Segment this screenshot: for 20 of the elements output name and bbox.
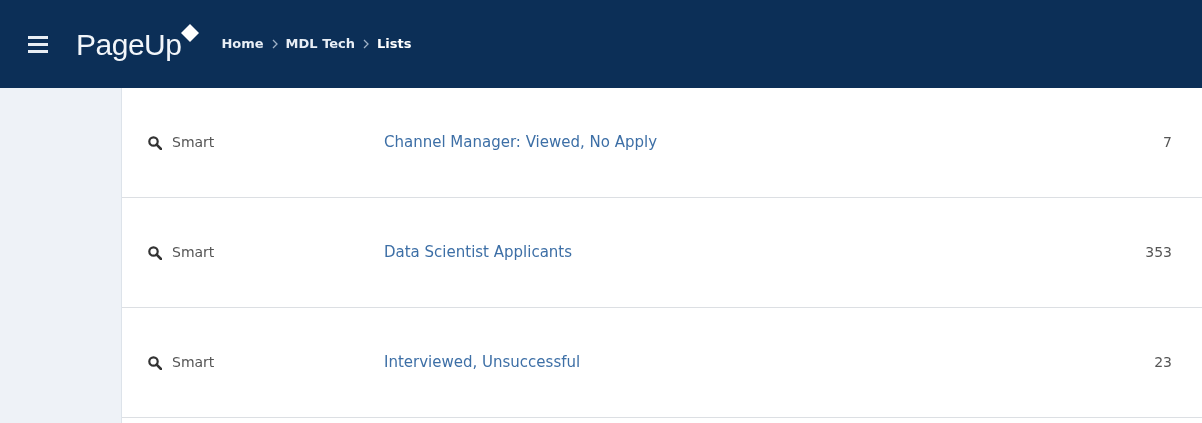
menu-icon[interactable] <box>28 35 48 53</box>
list-count: 23 <box>1154 353 1172 372</box>
breadcrumb-current: Lists <box>377 35 412 54</box>
logo-text[interactable]: PageUp <box>76 21 182 67</box>
list-name-link[interactable]: Data Scientist Applicants <box>384 241 573 264</box>
search-icon <box>148 245 162 260</box>
search-icon <box>148 135 162 150</box>
diamond-icon <box>181 23 200 42</box>
breadcrumb-link[interactable]: MDL Tech <box>285 34 356 54</box>
breadcrumb-link[interactable]: Home <box>221 34 264 54</box>
list-type: Smart <box>172 353 216 372</box>
chevron-icon <box>363 39 370 49</box>
chevron-icon <box>271 39 278 49</box>
list-count: 353 <box>1145 243 1172 262</box>
list-type: Smart <box>172 133 216 152</box>
list-count: 7 <box>1163 133 1172 152</box>
list-name-link[interactable]: Interviewed, Unsuccessful <box>384 351 581 374</box>
search-icon <box>148 355 162 370</box>
list-type: Smart <box>172 243 216 262</box>
list-name-link[interactable]: Channel Manager: Viewed, No Apply <box>384 131 658 154</box>
